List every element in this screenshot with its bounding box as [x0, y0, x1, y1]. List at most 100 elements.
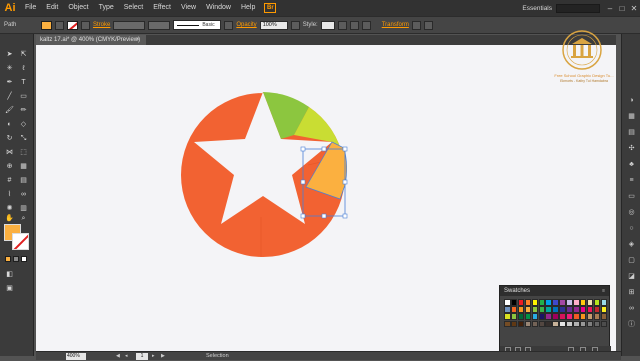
swatch-cell[interactable]: [593, 306, 601, 313]
stroke-color-swatch[interactable]: [67, 20, 78, 30]
swatch-cell[interactable]: [600, 320, 608, 328]
swatch-cell[interactable]: [600, 313, 608, 320]
swatch-cell[interactable]: [524, 299, 532, 306]
screen-mode-icon[interactable]: ▣: [5, 284, 14, 293]
stroke-dropdown-icon[interactable]: [81, 20, 90, 30]
menu-window[interactable]: Window: [201, 0, 236, 16]
swatch-cell[interactable]: [517, 306, 525, 313]
zoom-level-field[interactable]: 400%: [66, 353, 86, 360]
maximize-button[interactable]: □: [616, 4, 628, 13]
fill-color-swatch[interactable]: [41, 20, 52, 30]
brush-definition-dropdown[interactable]: Basic: [173, 20, 222, 30]
menu-help[interactable]: Help: [236, 0, 260, 16]
bridge-button[interactable]: Br: [264, 3, 277, 13]
scale-tool-icon[interactable]: ⤡: [19, 134, 28, 143]
transparency-panel-icon[interactable]: ◎: [627, 208, 636, 217]
swatch-cell[interactable]: [552, 320, 559, 328]
stroke-color-box[interactable]: [12, 233, 29, 250]
swatch-cell[interactable]: [559, 299, 566, 306]
recolor-artwork-icon[interactable]: [337, 20, 347, 30]
menu-object[interactable]: Object: [63, 0, 93, 16]
swatch-cell[interactable]: [579, 299, 587, 306]
opacity-field[interactable]: 100%: [259, 20, 288, 30]
gradient-tool-icon[interactable]: ▤: [19, 176, 28, 185]
swatch-cell[interactable]: [573, 313, 580, 320]
none-mode-button[interactable]: [21, 256, 27, 262]
swatch-cell[interactable]: [559, 306, 566, 313]
swatch-cell[interactable]: [504, 299, 511, 306]
close-button[interactable]: ✕: [628, 4, 640, 13]
swatch-cell[interactable]: [579, 306, 587, 313]
menu-edit[interactable]: Edit: [41, 0, 63, 16]
swatch-cell[interactable]: [566, 306, 573, 313]
lasso-tool-icon[interactable]: ℓ: [19, 64, 28, 73]
swatch-cell[interactable]: [504, 313, 511, 320]
swatch-cell[interactable]: [600, 306, 608, 313]
selection-handle[interactable]: [300, 213, 306, 219]
swatch-cell[interactable]: [586, 299, 594, 306]
swatch-cell[interactable]: [504, 306, 511, 313]
previous-artboard-icon[interactable]: ◂: [125, 353, 131, 360]
swatch-cell[interactable]: [559, 320, 566, 328]
eraser-tool-icon[interactable]: ◇: [19, 120, 28, 129]
selection-handle[interactable]: [342, 179, 348, 185]
selection-handle[interactable]: [321, 213, 327, 219]
swatch-cell[interactable]: [531, 299, 539, 306]
mesh-tool-icon[interactable]: #: [5, 176, 14, 185]
selection-handle[interactable]: [321, 146, 327, 152]
swatch-cell[interactable]: [510, 313, 518, 320]
swatch-cell[interactable]: [593, 320, 601, 328]
swatch-cell[interactable]: [531, 313, 539, 320]
swatch-cell[interactable]: [573, 306, 580, 313]
swatch-cell[interactable]: [517, 299, 525, 306]
direct-selection-tool-icon[interactable]: ⇱: [19, 50, 28, 59]
swatch-cell[interactable]: [586, 320, 594, 328]
variable-width-dropdown[interactable]: [148, 20, 171, 30]
type-tool-icon[interactable]: T: [19, 78, 28, 87]
swatch-cell[interactable]: [573, 299, 580, 306]
artboard-number-field[interactable]: 1: [136, 353, 148, 360]
swatch-cell[interactable]: [524, 306, 532, 313]
last-artboard-icon[interactable]: ▶: [161, 353, 167, 360]
search-input[interactable]: [556, 3, 600, 13]
perspective-grid-tool-icon[interactable]: ▦: [19, 162, 28, 171]
draw-mode-icon[interactable]: ◧: [5, 270, 14, 279]
pathfinder-panel-icon[interactable]: ◪: [627, 272, 636, 281]
swatch-cell[interactable]: [538, 313, 545, 320]
menu-view[interactable]: View: [176, 0, 201, 16]
blend-tool-icon[interactable]: ∞: [19, 190, 28, 199]
document-tab[interactable]: kaltz 17.ai* @ 400% (CMYK/Preview): [36, 35, 146, 45]
paintbrush-tool-icon[interactable]: 🖌: [5, 106, 14, 115]
graph-tool-icon[interactable]: ▥: [19, 204, 28, 213]
selection-handle[interactable]: [342, 146, 348, 152]
swatch-cell[interactable]: [559, 313, 566, 320]
align-panel-icon[interactable]: ⊞: [627, 288, 636, 297]
close-document-icon[interactable]: ×: [136, 35, 140, 45]
graphic-style-dropdown[interactable]: [320, 20, 335, 30]
info-panel-icon[interactable]: ⓘ: [627, 320, 636, 329]
isolate-icon[interactable]: [423, 20, 433, 30]
swatch-cell[interactable]: [579, 320, 587, 328]
panel-menu-icon[interactable]: ≡: [602, 286, 605, 296]
symbol-sprayer-tool-icon[interactable]: ✺: [5, 204, 14, 213]
swatch-cell[interactable]: [600, 299, 608, 306]
swatch-cell[interactable]: [504, 320, 511, 328]
swatch-cell[interactable]: [531, 306, 539, 313]
brush-menu-icon[interactable]: [224, 20, 234, 30]
swatch-cell[interactable]: [538, 320, 545, 328]
line-tool-icon[interactable]: ╱: [5, 92, 14, 101]
opacity-arrow-icon[interactable]: [290, 20, 300, 30]
symbols-panel-icon[interactable]: ♣: [627, 160, 636, 169]
next-artboard-icon[interactable]: ▸: [152, 353, 158, 360]
opacity-panel-link[interactable]: Opacity: [236, 22, 256, 28]
selection-tool-icon[interactable]: ➤: [5, 50, 14, 59]
swatch-cell[interactable]: [510, 306, 518, 313]
swatch-cell[interactable]: [510, 299, 518, 306]
stroke-weight-dropdown[interactable]: [113, 20, 146, 30]
menu-select[interactable]: Select: [119, 0, 148, 16]
swatch-cell[interactable]: [593, 299, 601, 306]
zoom-tool-icon[interactable]: ⌕: [19, 214, 28, 223]
swatch-cell[interactable]: [552, 306, 559, 313]
brushes-panel-icon[interactable]: ✣: [627, 144, 636, 153]
workspace-switcher[interactable]: Essentials: [518, 5, 556, 12]
